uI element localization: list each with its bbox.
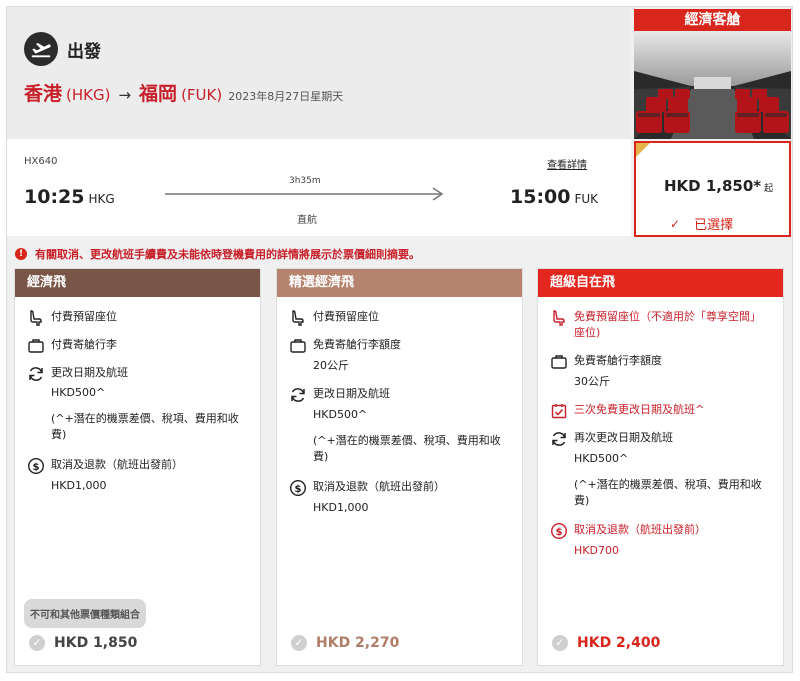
change-fee: HKD500^ [51, 386, 106, 399]
refund-icon: $ [550, 522, 568, 540]
flight-duration: 3h35m [289, 176, 321, 186]
route: 香港 (HKG) → 福岡 (FUK) 2023年8月27日星期天 [24, 79, 343, 106]
radio-check-icon[interactable]: ✓ [291, 635, 307, 651]
cabin-seats-photo [634, 31, 791, 139]
fare-price[interactable]: ✓ HKD 2,400 [552, 635, 660, 651]
combo-restriction-badge: 不可和其他票價種類組合 [24, 599, 146, 628]
arrival-airport-code: FUK [574, 192, 599, 206]
change-icon [291, 388, 305, 402]
fee-notice: ! 有關取消、更改航班手續費及未能依時登機費用的詳情將展示於票價細則摘要。 [15, 246, 420, 262]
radio-check-icon[interactable]: ✓ [552, 635, 568, 651]
duration-arrow-icon [165, 187, 444, 201]
fee-notice-text: 有關取消、更改航班手續費及未能依時登機費用的詳情將展示於票價細則摘要。 [35, 248, 420, 261]
refund-fee: HKD1,000 [51, 479, 107, 492]
corner-tag-icon [636, 143, 650, 157]
change-fee: HKD500^ [313, 408, 368, 421]
baggage-icon [290, 339, 306, 353]
stops-label: 直航 [297, 215, 317, 226]
change-note: (^+潛在的機票差價、稅項、費用和收費) [51, 412, 239, 441]
flight-header: 出發 香港 (HKG) → 福岡 (FUK) 2023年8月27日星期天 [7, 7, 631, 139]
fare-price[interactable]: ✓ HKD 1,850 [29, 635, 137, 651]
departure-plane-icon [24, 32, 58, 66]
alert-icon: ! [15, 248, 27, 260]
fare-card-select-economy[interactable]: 精選經濟飛 付費預留座位 免費寄艙行李額度 20公斤 更改日期及航班 HKD50… [276, 268, 523, 666]
svg-text:$: $ [295, 484, 302, 495]
fare-price[interactable]: ✓ HKD 2,270 [291, 635, 399, 651]
arrival-time-value: 15:00 [510, 186, 571, 208]
origin-city: 香港 [24, 83, 63, 105]
seat-icon [292, 310, 304, 326]
origin-code: (HKG) [66, 86, 111, 104]
price-from-label: 起 [764, 184, 774, 194]
seat-icon [553, 310, 565, 326]
refund-fee: HKD1,000 [313, 501, 369, 514]
baggage-weight: 30公斤 [574, 375, 610, 388]
baggage-icon [551, 355, 567, 369]
direction-label: 出發 [67, 42, 101, 62]
arrival-time: 15:00 FUK [510, 186, 598, 208]
destination-code: (FUK) [181, 86, 223, 104]
cabin-title: 經濟客艙 [634, 9, 791, 31]
refund-icon: $ [289, 479, 307, 497]
flight-date: 2023年8月27日星期天 [228, 90, 344, 103]
fare-name: 超級自在飛 [538, 269, 783, 297]
calendar-check-icon [551, 404, 567, 419]
baggage-weight: 20公斤 [313, 359, 349, 372]
fare-name: 經濟飛 [15, 269, 260, 297]
change-fee: HKD500^ [574, 452, 629, 465]
departure-time-value: 10:25 [24, 186, 85, 208]
refund-fee: HKD700 [574, 544, 619, 557]
baggage-icon [28, 339, 44, 353]
seat-icon [30, 310, 42, 326]
change-icon [29, 367, 43, 381]
change-note: (^+潛在的機票差價、稅項、費用和收費) [313, 434, 501, 463]
selected-price-box[interactable]: HKD 1,850* 起 ✓ 已選擇 [634, 141, 791, 237]
flight-number: HX640 [24, 156, 58, 167]
departure-airport-code: HKG [88, 192, 115, 206]
price-value: HKD 1,850* [664, 177, 762, 195]
destination-city: 福岡 [139, 83, 178, 105]
refund-icon: $ [27, 457, 45, 475]
svg-text:$: $ [33, 462, 40, 473]
flight-row[interactable]: HX640 查看詳情 10:25 HKG 3h35m 直航 15:00 FUK [7, 139, 631, 236]
route-arrow-icon: → [118, 86, 132, 104]
price-from: HKD 1,850* 起 [664, 177, 773, 195]
fare-card-super-flex[interactable]: 超級自在飛 免費預留座位（不適用於「尊享空間」座位) 免費寄艙行李額度 30公斤… [537, 268, 784, 666]
change-note: (^+潛在的機票差價、稅項、費用和收費) [574, 478, 762, 507]
radio-check-icon[interactable]: ✓ [29, 635, 45, 651]
view-details-link[interactable]: 查看詳情 [547, 156, 587, 171]
check-icon: ✓ [670, 216, 681, 231]
departure-time: 10:25 HKG [24, 186, 115, 208]
svg-text:$: $ [556, 527, 563, 538]
selected-indicator: ✓ 已選擇 [670, 214, 734, 234]
fare-card-economy[interactable]: 經濟飛 付費預留座位 付費寄艙行李 更改日期及航班 HKD500^ (^+潛在的… [14, 268, 261, 666]
change-icon [552, 432, 566, 446]
selected-label: 已選擇 [694, 218, 734, 233]
fare-name: 精選經濟飛 [277, 269, 522, 297]
